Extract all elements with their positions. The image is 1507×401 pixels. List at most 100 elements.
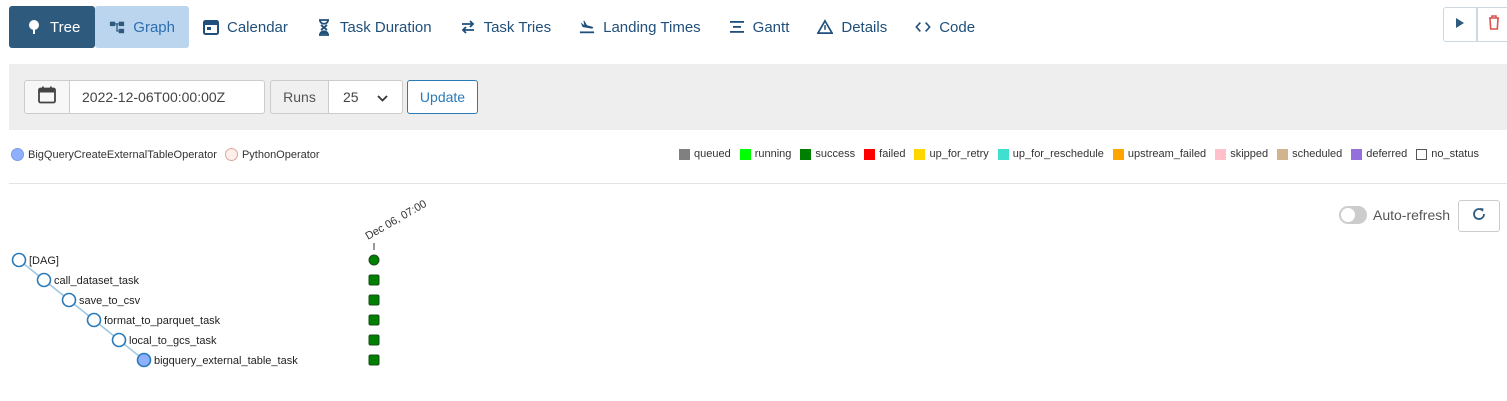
- refresh-button[interactable]: [1458, 200, 1500, 232]
- state-swatch: [914, 148, 926, 160]
- task-instance-status[interactable]: [368, 294, 380, 306]
- state-swatch: [1215, 148, 1227, 160]
- task-instance-status[interactable]: [368, 274, 380, 286]
- task-node-task[interactable]: [111, 332, 127, 348]
- state-success[interactable]: success: [800, 148, 855, 160]
- code-icon: [915, 19, 931, 35]
- tab-label: Task Tries: [483, 18, 552, 36]
- auto-refresh-label: Auto-refresh: [1373, 207, 1451, 223]
- auto-refresh-control: Auto-refresh: [1339, 206, 1450, 224]
- state-label: up_for_retry: [929, 148, 989, 160]
- operator-legend-item: BigQueryCreateExternalTableOperator: [11, 148, 217, 161]
- state-up-for-retry[interactable]: up_for_retry: [914, 148, 989, 160]
- dag-run-status[interactable]: [368, 254, 380, 266]
- chevron-down-icon: [377, 89, 388, 105]
- num-runs-select[interactable]: 25: [328, 80, 403, 114]
- task-instance-status[interactable]: [368, 354, 380, 366]
- task-node-task[interactable]: [36, 272, 52, 288]
- tab-details[interactable]: Details: [803, 6, 901, 48]
- task-label[interactable]: format_to_parquet_task: [104, 315, 221, 327]
- state-failed[interactable]: failed: [864, 148, 905, 160]
- task-label[interactable]: call_dataset_task: [54, 275, 139, 287]
- tree-nodes: [DAG] call_dataset_task save_to_csv format_…: [11, 252, 380, 368]
- operator-legend: BigQueryCreateExternalTableOperator Pyth…: [11, 148, 320, 161]
- refresh-icon: [1472, 207, 1486, 226]
- state-label: queued: [694, 148, 731, 160]
- tab-tree[interactable]: Tree: [9, 6, 96, 48]
- tab-task-duration[interactable]: Task Duration: [302, 6, 446, 48]
- state-queued[interactable]: queued: [679, 148, 731, 160]
- tree-view: [DAG] call_dataset_task save_to_csv format_…: [11, 198, 429, 368]
- task-label[interactable]: [DAG]: [29, 255, 59, 267]
- state-up-for-reschedule[interactable]: up_for_reschedule: [997, 148, 1104, 160]
- auto-refresh-toggle[interactable]: [1339, 206, 1367, 224]
- divider: [9, 183, 1507, 184]
- operator-legend-item: PythonOperator: [224, 148, 320, 161]
- task-node-dag[interactable]: [11, 252, 27, 268]
- tree-icon: [26, 19, 42, 35]
- hourglass-icon: [316, 18, 332, 36]
- state-scheduled[interactable]: scheduled: [1277, 148, 1342, 160]
- tab-label: Calendar: [227, 18, 288, 36]
- state-label: deferred: [1366, 148, 1408, 160]
- state-swatch: [739, 148, 751, 160]
- tab-label: Landing Times: [603, 18, 701, 36]
- warning-icon: [817, 19, 834, 35]
- dag-actions: [1443, 7, 1507, 42]
- operator-label: PythonOperator: [241, 148, 320, 161]
- calendar-icon: [203, 19, 219, 35]
- operator-label: BigQueryCreateExternalTableOperator: [28, 148, 217, 161]
- tab-gantt[interactable]: Gantt: [715, 6, 804, 48]
- task-node-task[interactable]: [136, 352, 152, 368]
- state-label: running: [754, 148, 792, 160]
- view-tabs: Tree Graph Calendar Task Duration Task T…: [9, 6, 989, 48]
- state-label: no_status: [1431, 148, 1479, 160]
- state-swatch: [864, 148, 876, 160]
- task-label[interactable]: save_to_csv: [79, 295, 141, 307]
- tab-landing-times[interactable]: Landing Times: [565, 6, 715, 48]
- state-swatch: [1112, 148, 1124, 160]
- runs-label: Runs: [270, 80, 329, 114]
- trash-icon: [1488, 14, 1500, 35]
- state-swatch: [800, 148, 812, 160]
- tab-calendar[interactable]: Calendar: [189, 6, 302, 48]
- task-label[interactable]: local_to_gcs_task: [129, 335, 217, 347]
- state-skipped[interactable]: skipped: [1215, 148, 1268, 160]
- state-label: failed: [879, 148, 906, 160]
- state-label: up_for_reschedule: [1012, 148, 1104, 160]
- tab-graph[interactable]: Graph: [95, 6, 189, 48]
- task-instance-status[interactable]: [368, 334, 380, 346]
- state-legend: queued running success failed up_for_ret…: [679, 148, 1479, 160]
- state-swatch: [997, 148, 1009, 160]
- state-label: upstream_failed: [1127, 148, 1207, 160]
- state-label: success: [815, 148, 856, 160]
- update-button[interactable]: Update: [407, 80, 478, 114]
- base-date-input[interactable]: 2022-12-06T00:00:00Z: [69, 80, 265, 114]
- state-swatch: [1416, 148, 1428, 160]
- tab-task-tries[interactable]: Task Tries: [446, 6, 566, 48]
- task-label[interactable]: bigquery_external_table_task: [154, 355, 298, 367]
- state-running[interactable]: running: [739, 148, 792, 160]
- state-upstream-failed[interactable]: upstream_failed: [1112, 148, 1207, 160]
- tab-label: Details: [841, 18, 888, 36]
- tab-code[interactable]: Code: [901, 6, 989, 48]
- state-deferred[interactable]: deferred: [1351, 148, 1407, 160]
- dag-run-label[interactable]: Dec 06, 07:00: [364, 198, 429, 243]
- state-label: scheduled: [1292, 148, 1343, 160]
- date-picker-button[interactable]: [24, 80, 70, 114]
- gantt-icon: [729, 19, 745, 35]
- state-swatch: [679, 148, 690, 160]
- trigger-dag-button[interactable]: [1443, 7, 1477, 42]
- filter-bar: 2022-12-06T00:00:00Z Runs 25 Update: [9, 64, 1507, 130]
- state-swatch: [1277, 148, 1289, 160]
- state-no-status[interactable]: no_status: [1416, 148, 1479, 160]
- delete-dag-button[interactable]: [1477, 7, 1507, 42]
- task-node-task[interactable]: [61, 292, 77, 308]
- tab-label: Code: [939, 18, 976, 36]
- task-node-task[interactable]: [86, 312, 102, 328]
- tab-label: Task Duration: [339, 18, 432, 36]
- task-instance-status[interactable]: [368, 314, 380, 326]
- play-icon: [1455, 16, 1465, 34]
- landing-icon: [579, 19, 595, 35]
- retry-icon: [460, 19, 476, 35]
